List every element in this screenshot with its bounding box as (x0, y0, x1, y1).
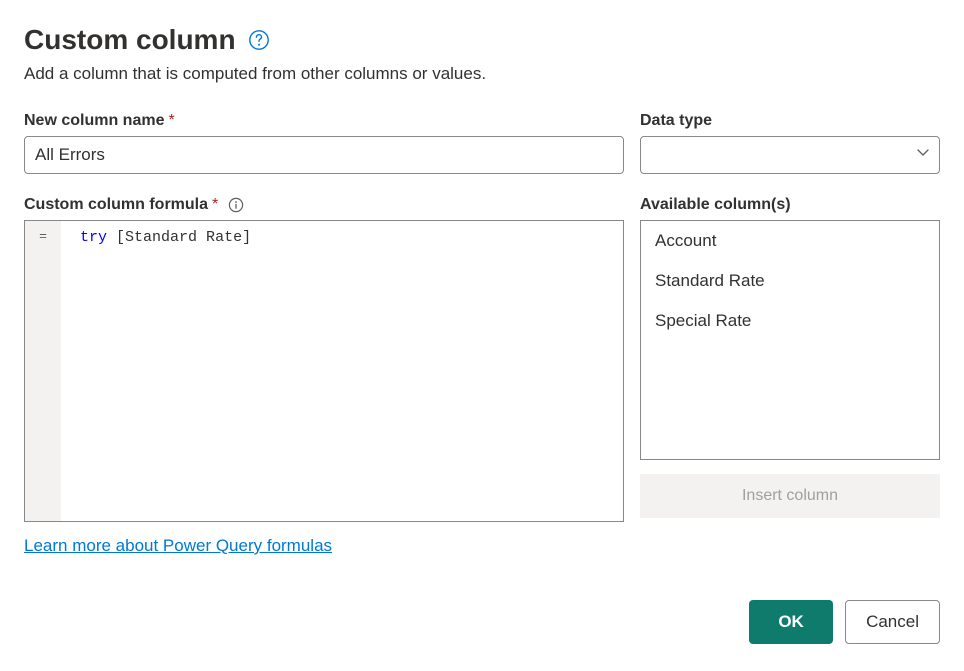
available-columns-list[interactable]: Account Standard Rate Special Rate (640, 220, 940, 460)
help-icon[interactable] (248, 29, 270, 51)
available-columns-label: Available column(s) (640, 196, 940, 214)
insert-column-button[interactable]: Insert column (640, 474, 940, 518)
formula-gutter: = (25, 221, 61, 521)
formula-label: Custom column formula * (24, 196, 624, 214)
info-icon[interactable] (228, 197, 244, 213)
list-item[interactable]: Special Rate (641, 301, 939, 341)
list-item[interactable]: Account (641, 221, 939, 261)
column-name-label: New column name * (24, 112, 624, 130)
data-type-label: Data type (640, 112, 940, 130)
column-name-input[interactable] (24, 136, 624, 174)
dialog-subtitle: Add a column that is computed from other… (24, 64, 940, 84)
formula-editor[interactable]: = try [Standard Rate] (24, 220, 624, 522)
learn-more-link[interactable]: Learn more about Power Query formulas (24, 536, 332, 556)
data-type-select[interactable] (640, 136, 940, 174)
cancel-button[interactable]: Cancel (845, 600, 940, 644)
formula-body[interactable]: try [Standard Rate] (61, 221, 623, 521)
required-marker: * (212, 196, 218, 214)
required-marker: * (168, 112, 174, 130)
list-item[interactable]: Standard Rate (641, 261, 939, 301)
ok-button[interactable]: OK (749, 600, 833, 644)
dialog-title: Custom column (24, 24, 236, 56)
